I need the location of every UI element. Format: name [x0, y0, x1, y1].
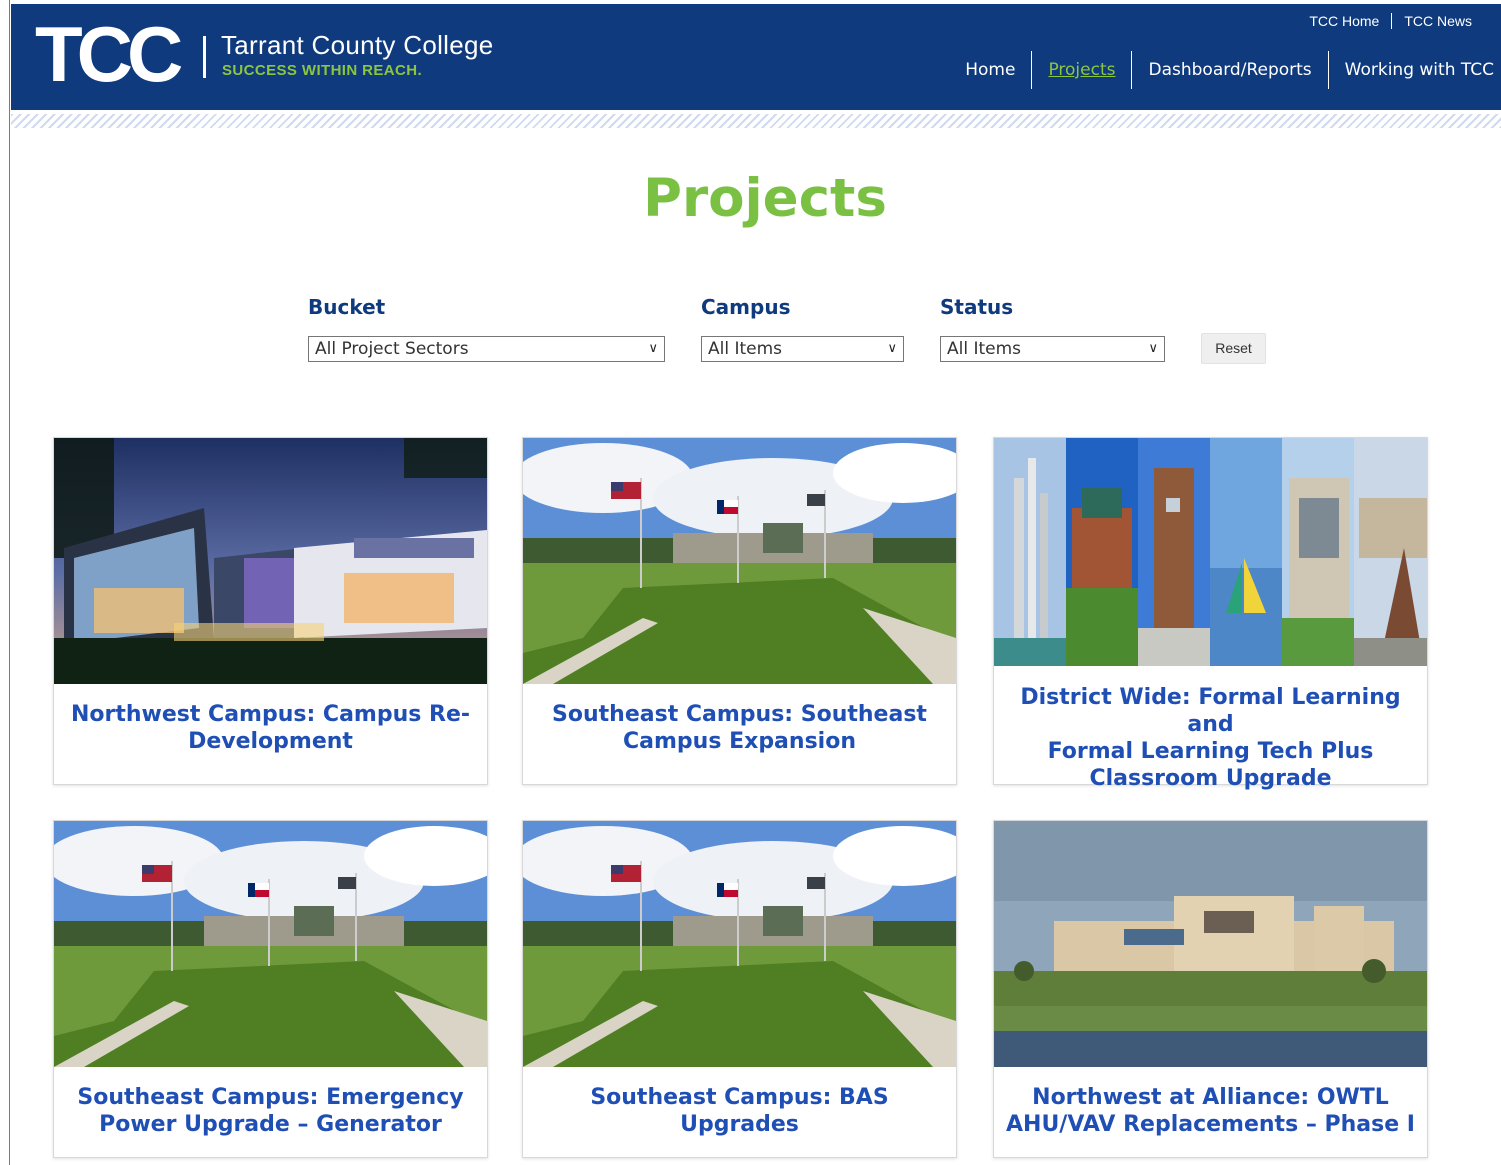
project-title-line: Classroom Upgrade — [1089, 766, 1332, 791]
project-card[interactable]: Northwest Campus: Campus Re- Development — [53, 437, 488, 785]
chevron-down-icon: ∨ — [887, 341, 897, 356]
nav-dashboard-reports[interactable]: Dashboard/Reports — [1132, 51, 1327, 89]
site-header: TCC Tarrant County College SUCCESS WITHI… — [11, 4, 1501, 110]
project-image-southeast-campus[interactable] — [523, 438, 956, 684]
project-image-district-collage[interactable] — [994, 438, 1427, 666]
project-title-line: Development — [188, 729, 353, 754]
nav-working-with-tcc[interactable]: Working with TCC — [1329, 51, 1494, 89]
decorative-stripe — [11, 114, 1501, 128]
project-card[interactable]: District Wide: Formal Learning and Forma… — [993, 437, 1428, 791]
project-card[interactable]: Southeast Campus: Emergency Power Upgrad… — [53, 820, 488, 1158]
project-title[interactable]: District Wide: Formal Learning and Forma… — [1004, 684, 1417, 792]
page-title: Projects — [643, 168, 887, 229]
project-title-line: AHU/VAV Replacements – Phase I — [1006, 1112, 1415, 1137]
campus-label: Campus — [701, 295, 791, 319]
project-image-northwest-alliance[interactable] — [994, 821, 1427, 1067]
util-link-tcc-home[interactable]: TCC Home — [1309, 13, 1379, 29]
project-title[interactable]: Southeast Campus: BAS Upgrades — [533, 1084, 946, 1138]
project-card[interactable]: Southeast Campus: Southeast Campus Expan… — [522, 437, 957, 785]
bucket-select-value: All Project Sectors — [315, 339, 469, 359]
project-title-line: Southeast Campus: Emergency — [77, 1085, 464, 1110]
logo-college-name[interactable]: Tarrant County College — [221, 30, 494, 61]
util-link-tcc-news[interactable]: TCC News — [1404, 13, 1472, 29]
bucket-select[interactable]: All Project Sectors ∨ — [308, 336, 665, 362]
project-title[interactable]: Southeast Campus: Southeast Campus Expan… — [533, 701, 946, 755]
project-title-line: District Wide: Formal Learning and — [1020, 685, 1401, 737]
logo-divider — [203, 36, 206, 78]
campus-select[interactable]: All Items ∨ — [701, 336, 904, 362]
project-title-line: Southeast Campus: BAS Upgrades — [590, 1085, 889, 1137]
utility-links: TCC Home TCC News — [1309, 13, 1472, 29]
project-title-line: Power Upgrade – Generator — [99, 1112, 442, 1137]
util-separator — [1391, 13, 1393, 29]
reset-button[interactable]: Reset — [1201, 333, 1266, 364]
project-image-northwest-rendering[interactable] — [54, 438, 487, 684]
status-label: Status — [940, 295, 1014, 319]
chevron-down-icon: ∨ — [648, 341, 658, 356]
project-title-line: Northwest at Alliance: OWTL — [1032, 1085, 1389, 1110]
status-select[interactable]: All Items ∨ — [940, 336, 1165, 362]
project-image-southeast-campus[interactable] — [523, 821, 956, 1067]
project-card[interactable]: Northwest at Alliance: OWTL AHU/VAV Repl… — [993, 820, 1428, 1158]
nav-home[interactable]: Home — [949, 51, 1031, 89]
main-nav: Home Projects Dashboard/Reports Working … — [949, 51, 1494, 89]
project-title-line: Southeast Campus: Southeast — [552, 702, 927, 727]
project-title-line: Formal Learning Tech Plus — [1047, 739, 1374, 764]
chevron-down-icon: ∨ — [1148, 341, 1158, 356]
project-image-southeast-campus[interactable] — [54, 821, 487, 1067]
project-title-line: Northwest Campus: Campus Re- — [70, 702, 471, 727]
project-title[interactable]: Northwest Campus: Campus Re- Development — [64, 701, 477, 755]
campus-select-value: All Items — [708, 339, 783, 359]
project-title[interactable]: Southeast Campus: Emergency Power Upgrad… — [64, 1084, 477, 1138]
project-title[interactable]: Northwest at Alliance: OWTL AHU/VAV Repl… — [1004, 1084, 1417, 1138]
project-title-line: Campus Expansion — [623, 729, 856, 754]
bucket-label: Bucket — [308, 295, 386, 319]
project-card[interactable]: Southeast Campus: BAS Upgrades — [522, 820, 957, 1158]
logo-tagline: SUCCESS WITHIN REACH. — [222, 62, 423, 79]
nav-projects[interactable]: Projects — [1032, 51, 1131, 89]
tcc-logo-mark[interactable]: TCC — [35, 14, 183, 94]
status-select-value: All Items — [947, 339, 1022, 359]
